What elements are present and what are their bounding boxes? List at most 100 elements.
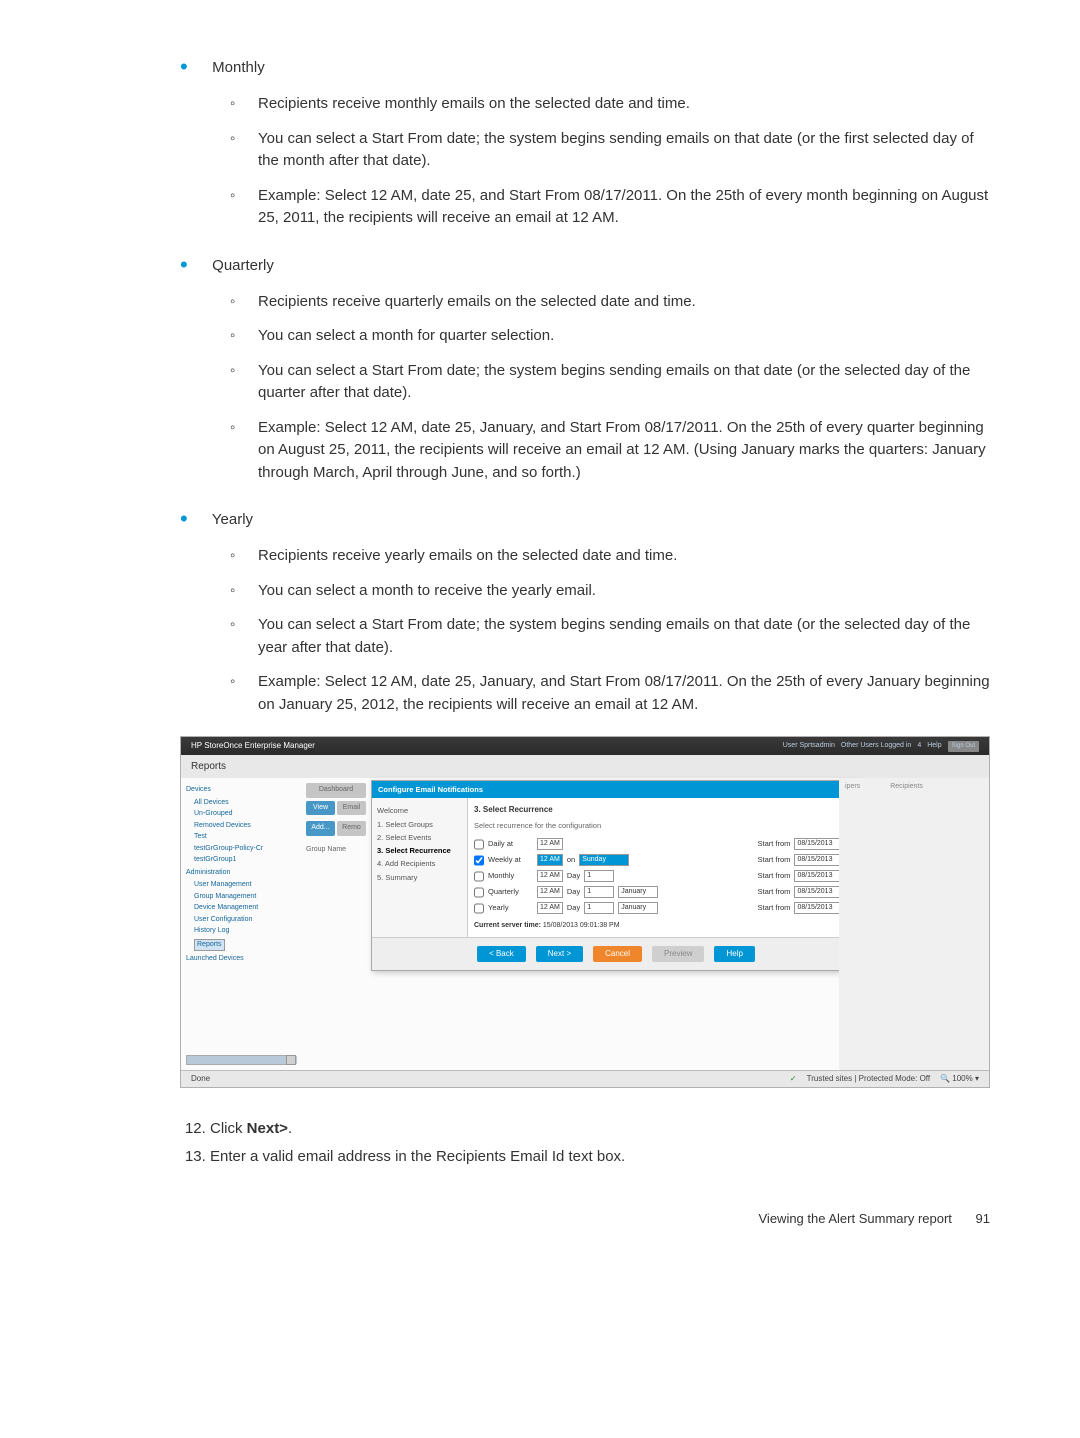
monthly-day-label: Day <box>567 870 580 881</box>
back-button[interactable]: < Back <box>477 946 526 962</box>
nav-usermgmt[interactable]: User Management <box>194 880 296 891</box>
nav-reports[interactable]: Reports <box>194 939 225 952</box>
ribbon-dashboard[interactable]: Dashboard <box>306 783 366 798</box>
quarterly-label: Quarterly <box>488 886 533 897</box>
sidebar-scrollbar[interactable] <box>186 1055 296 1065</box>
yearly-label: Yearly <box>488 902 533 913</box>
monthly-label: Monthly <box>488 870 533 881</box>
nav-all-devices[interactable]: All Devices <box>194 798 296 809</box>
quarterly-month-select[interactable]: January <box>618 886 658 899</box>
right-detail-panel: ipers Recipients <box>839 778 989 1070</box>
help-button[interactable]: Help <box>714 946 754 962</box>
daily-date-input[interactable]: 08/15/2013 <box>794 838 842 851</box>
schedule-yearly: Yearly Recipients receive yearly emails … <box>208 502 990 716</box>
signout-button[interactable]: Sign Out <box>948 741 979 752</box>
quarterly-detail-2: You can select a month for quarter selec… <box>258 325 990 348</box>
preview-button[interactable]: Preview <box>652 946 704 962</box>
recurrence-subtitle: Select recurrence for the configuration <box>474 820 854 831</box>
footer-section-title: Viewing the Alert Summary report <box>759 1211 952 1226</box>
step-2[interactable]: 2. Select Events <box>377 832 462 843</box>
yearly-checkbox[interactable] <box>474 902 484 915</box>
yearly-detail-1: Recipients receive yearly emails on the … <box>258 545 990 568</box>
nav-groupmgmt[interactable]: Group Management <box>194 892 296 903</box>
cancel-button[interactable]: Cancel <box>593 946 642 962</box>
step-1[interactable]: 1. Select Groups <box>377 819 462 830</box>
nav-test[interactable]: Test <box>194 832 296 843</box>
step-welcome[interactable]: Welcome <box>377 805 462 816</box>
ribbon-groupname-label: Group Name <box>306 845 366 856</box>
nav-launched[interactable]: Launched Devices <box>186 954 296 965</box>
row-daily: Daily at 12 AM Start from 08/15/2013 ▦ <box>474 838 854 851</box>
scrollbar-thumb[interactable] <box>187 1056 297 1064</box>
nav-testg1[interactable]: testGrGroup1 <box>194 855 296 866</box>
step-5[interactable]: 5. Summary <box>377 872 462 883</box>
quarterly-checkbox[interactable] <box>474 886 484 899</box>
page-number: 91 <box>976 1211 990 1226</box>
nav-devices[interactable]: Devices <box>186 785 296 796</box>
server-time-value: 15/08/2013 09:01:38 PM <box>543 922 620 929</box>
row-weekly: Weekly at 12 AM on Sunday Start from 08/… <box>474 854 854 867</box>
daily-startfrom-label: Start from <box>758 838 791 849</box>
monthly-detail-3: Example: Select 12 AM, date 25, and Star… <box>258 185 990 230</box>
row-monthly: Monthly 12 AM Day 1 Start from 08/15/201… <box>474 870 854 883</box>
quarterly-detail-1: Recipients receive quarterly emails on t… <box>258 291 990 314</box>
section-title-reports: Reports <box>181 755 989 778</box>
embedded-app-screenshot: HP StoreOnce Enterprise Manager User Spr… <box>180 736 990 1088</box>
wizard-steps: Welcome 1. Select Groups 2. Select Event… <box>372 798 467 937</box>
nav-userconf[interactable]: User Configuration <box>194 915 296 926</box>
monthly-time-select[interactable]: 12 AM <box>537 870 563 883</box>
yearly-time-select[interactable]: 12 AM <box>537 902 563 915</box>
row-yearly: Yearly 12 AM Day 1 January Start from 08… <box>474 902 854 915</box>
yearly-date-input[interactable]: 08/15/2013 <box>794 902 842 915</box>
monthly-checkbox[interactable] <box>474 870 484 883</box>
nav-devmgmt[interactable]: Device Management <box>194 903 296 914</box>
scrollbar-arrow-icon[interactable] <box>286 1055 296 1065</box>
quarterly-day-select[interactable]: 1 <box>584 886 614 899</box>
ribbon-remove[interactable]: Remo <box>337 821 366 836</box>
rp-ipers: ipers <box>845 782 860 793</box>
nav-removed[interactable]: Removed Devices <box>194 821 296 832</box>
app-topbar: HP StoreOnce Enterprise Manager User Spr… <box>181 737 989 755</box>
app-title: HP StoreOnce Enterprise Manager <box>191 740 315 752</box>
weekly-date-input[interactable]: 08/15/2013 <box>794 854 842 867</box>
ribbon-email[interactable]: Email <box>337 801 366 816</box>
nav-history[interactable]: History Log <box>194 926 296 937</box>
step-4[interactable]: 4. Add Recipients <box>377 858 462 869</box>
quarterly-time-select[interactable]: 12 AM <box>537 886 563 899</box>
weekly-time-select[interactable]: 12 AM <box>537 854 563 867</box>
status-done: Done <box>191 1073 210 1085</box>
yearly-month-select[interactable]: January <box>618 902 658 915</box>
topbar-count: 4 <box>917 741 921 752</box>
daily-time-select[interactable]: 12 AM <box>537 838 563 851</box>
dialog-title: Configure Email Notifications <box>372 781 860 798</box>
ribbon-view[interactable]: View <box>306 801 335 816</box>
step-3-current[interactable]: 3. Select Recurrence <box>377 845 462 856</box>
yearly-detail-3: You can select a Start From date; the sy… <box>258 614 990 659</box>
next-button[interactable]: Next > <box>536 946 583 962</box>
step-12-next-label: Next> <box>247 1120 288 1137</box>
yearly-day-select[interactable]: 1 <box>584 902 614 915</box>
schedule-quarterly-title: Quarterly <box>212 257 274 274</box>
nav-ungrouped[interactable]: Un-Grouped <box>194 809 296 820</box>
quarterly-date-input[interactable]: 08/15/2013 <box>794 886 842 899</box>
nav-admin[interactable]: Administration <box>186 868 296 879</box>
weekly-label: Weekly at <box>488 854 533 865</box>
daily-checkbox[interactable] <box>474 838 484 851</box>
status-zoom[interactable]: 🔍 100% ▾ <box>940 1073 979 1085</box>
recurrence-panel: 3. Select Recurrence Select recurrence f… <box>467 798 860 937</box>
yearly-day-label: Day <box>567 902 580 913</box>
nav-sidebar: Devices All Devices Un-Grouped Removed D… <box>181 778 301 1070</box>
topbar-others[interactable]: Other Users Logged in <box>841 741 911 752</box>
ribbon-add[interactable]: Add... <box>306 821 335 836</box>
monthly-date-input[interactable]: 08/15/2013 <box>794 870 842 883</box>
nav-testgp[interactable]: testGrGroup-Policy-Cr <box>194 844 296 855</box>
status-trusted: Trusted sites | Protected Mode: Off <box>807 1073 930 1085</box>
topbar-help[interactable]: Help <box>927 741 941 752</box>
step-13: Enter a valid email address in the Recip… <box>210 1146 990 1169</box>
monthly-day-select[interactable]: 1 <box>584 870 614 883</box>
weekly-day-select[interactable]: Sunday <box>579 854 629 867</box>
schedule-quarterly: Quarterly Recipients receive quarterly e… <box>208 248 990 485</box>
weekly-checkbox[interactable] <box>474 854 484 867</box>
dialog-buttons: < Back Next > Cancel Preview Help <box>372 937 860 970</box>
quarterly-detail-4: Example: Select 12 AM, date 25, January,… <box>258 417 990 485</box>
